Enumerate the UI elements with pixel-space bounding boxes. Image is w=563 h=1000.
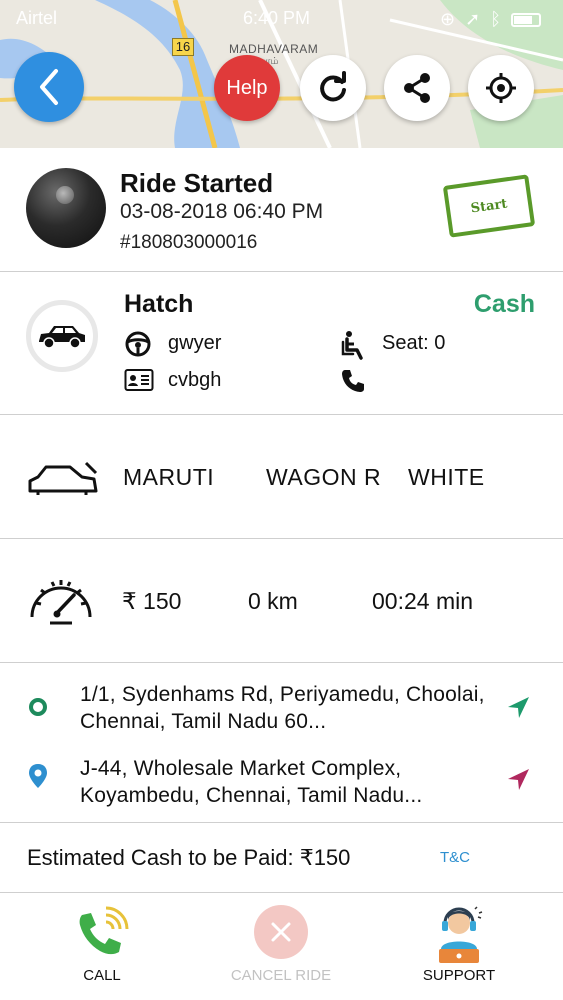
phone-icon[interactable] bbox=[340, 368, 366, 399]
trip-distance: 0 km bbox=[248, 588, 298, 614]
location-pin-icon bbox=[28, 763, 48, 794]
crosshair-icon bbox=[486, 73, 516, 103]
estimated-cash-label: Estimated Cash to be Paid: ₹150 bbox=[27, 845, 351, 870]
id-card-icon bbox=[124, 368, 154, 397]
map-area-label: MADHAVARAM bbox=[229, 42, 319, 56]
car-type: Hatch bbox=[124, 290, 194, 318]
pickup-navigation-arrow-icon[interactable] bbox=[505, 695, 531, 726]
cancel-ride-label: CANCEL RIDE bbox=[230, 967, 332, 984]
steering-wheel-icon bbox=[124, 330, 152, 363]
share-button[interactable] bbox=[384, 55, 450, 121]
status-bar: Airtel 6:40 PM ⊕ ➚ ᛒ bbox=[0, 6, 563, 32]
refresh-icon bbox=[320, 71, 346, 102]
back-button[interactable] bbox=[14, 52, 84, 122]
call-label: CALL bbox=[83, 967, 121, 984]
support-agent-icon bbox=[431, 905, 487, 970]
stamp-text: Start bbox=[469, 196, 509, 216]
driver-name: gwyer bbox=[168, 332, 222, 354]
speedometer-icon bbox=[26, 573, 96, 632]
my-location-button[interactable] bbox=[468, 55, 534, 121]
refresh-button[interactable] bbox=[300, 55, 366, 121]
call-phone-icon bbox=[74, 905, 130, 966]
help-label: Help bbox=[226, 76, 268, 99]
car-model: WAGON R bbox=[266, 464, 382, 490]
route-shield: 16 bbox=[172, 38, 194, 56]
vehicle-section: Hatch Cash gwyer cvbgh Seat: 0 bbox=[0, 272, 563, 415]
driver-avatar bbox=[26, 168, 106, 248]
trip-fare: ₹ 150 bbox=[122, 588, 182, 614]
cancel-ride-button[interactable]: CANCEL RIDE bbox=[211, 895, 351, 1000]
battery-icon bbox=[511, 12, 541, 27]
seat-count: Seat: 0 bbox=[382, 332, 446, 354]
estimate-section: Estimated Cash to be Paid: ₹150 T&C bbox=[0, 823, 563, 893]
hatchback-car-icon bbox=[39, 326, 85, 349]
drop-navigation-arrow-icon[interactable] bbox=[505, 767, 531, 798]
address-section: 1/1, Sydenhams Rd, Periyamedu, Choolai, … bbox=[0, 663, 563, 823]
start-stamp: Start bbox=[442, 174, 536, 238]
trip-duration: 00:24 min bbox=[372, 588, 474, 614]
trip-meter-section: ₹ 150 0 km 00:24 min bbox=[0, 539, 563, 663]
payment-mode: Cash bbox=[473, 290, 535, 318]
car-model-section: MARUTI WAGON R WHITE bbox=[0, 415, 563, 539]
pickup-circle-icon bbox=[28, 697, 48, 722]
carrier-label: Airtel bbox=[16, 8, 58, 28]
terms-link[interactable]: T&C bbox=[440, 849, 470, 866]
ride-status-title: Ride Started bbox=[120, 168, 274, 198]
car-type-badge bbox=[26, 300, 98, 372]
share-icon bbox=[404, 73, 430, 103]
location-arrow-icon: ➚ bbox=[465, 9, 481, 29]
car-make: MARUTI bbox=[123, 464, 215, 490]
map-view[interactable]: Airtel 6:40 PM ⊕ ➚ ᛒ 16 MADHAVARAM மாதவர… bbox=[0, 0, 563, 148]
call-button[interactable]: CALL bbox=[32, 895, 172, 1000]
help-button[interactable]: Help bbox=[214, 55, 280, 121]
bluetooth-icon: ᛒ bbox=[490, 9, 501, 29]
seat-icon bbox=[340, 330, 368, 365]
status-icons: ⊕ ➚ ᛒ bbox=[440, 9, 541, 30]
ride-datetime: 03-08-2018 06:40 PM bbox=[120, 200, 324, 223]
pickup-address[interactable]: 1/1, Sydenhams Rd, Periyamedu, Choolai, … bbox=[80, 681, 485, 735]
support-button[interactable]: SUPPORT bbox=[389, 895, 529, 1000]
chevron-left-icon bbox=[40, 69, 58, 105]
drop-address[interactable]: J-44, Wholesale Market Complex, Koyambed… bbox=[80, 755, 485, 809]
support-label: SUPPORT bbox=[422, 967, 496, 984]
ride-id: #180803000016 bbox=[120, 232, 258, 253]
license-number: cvbgh bbox=[168, 369, 222, 391]
car-outline-icon bbox=[26, 459, 100, 502]
bottom-action-bar: CALL CANCEL RIDE SUPPORT bbox=[0, 895, 563, 1000]
car-color: WHITE bbox=[408, 464, 485, 490]
cancel-icon bbox=[254, 905, 308, 959]
clock: 6:40 PM bbox=[243, 8, 311, 28]
alarm-icon: ⊕ bbox=[440, 9, 456, 29]
